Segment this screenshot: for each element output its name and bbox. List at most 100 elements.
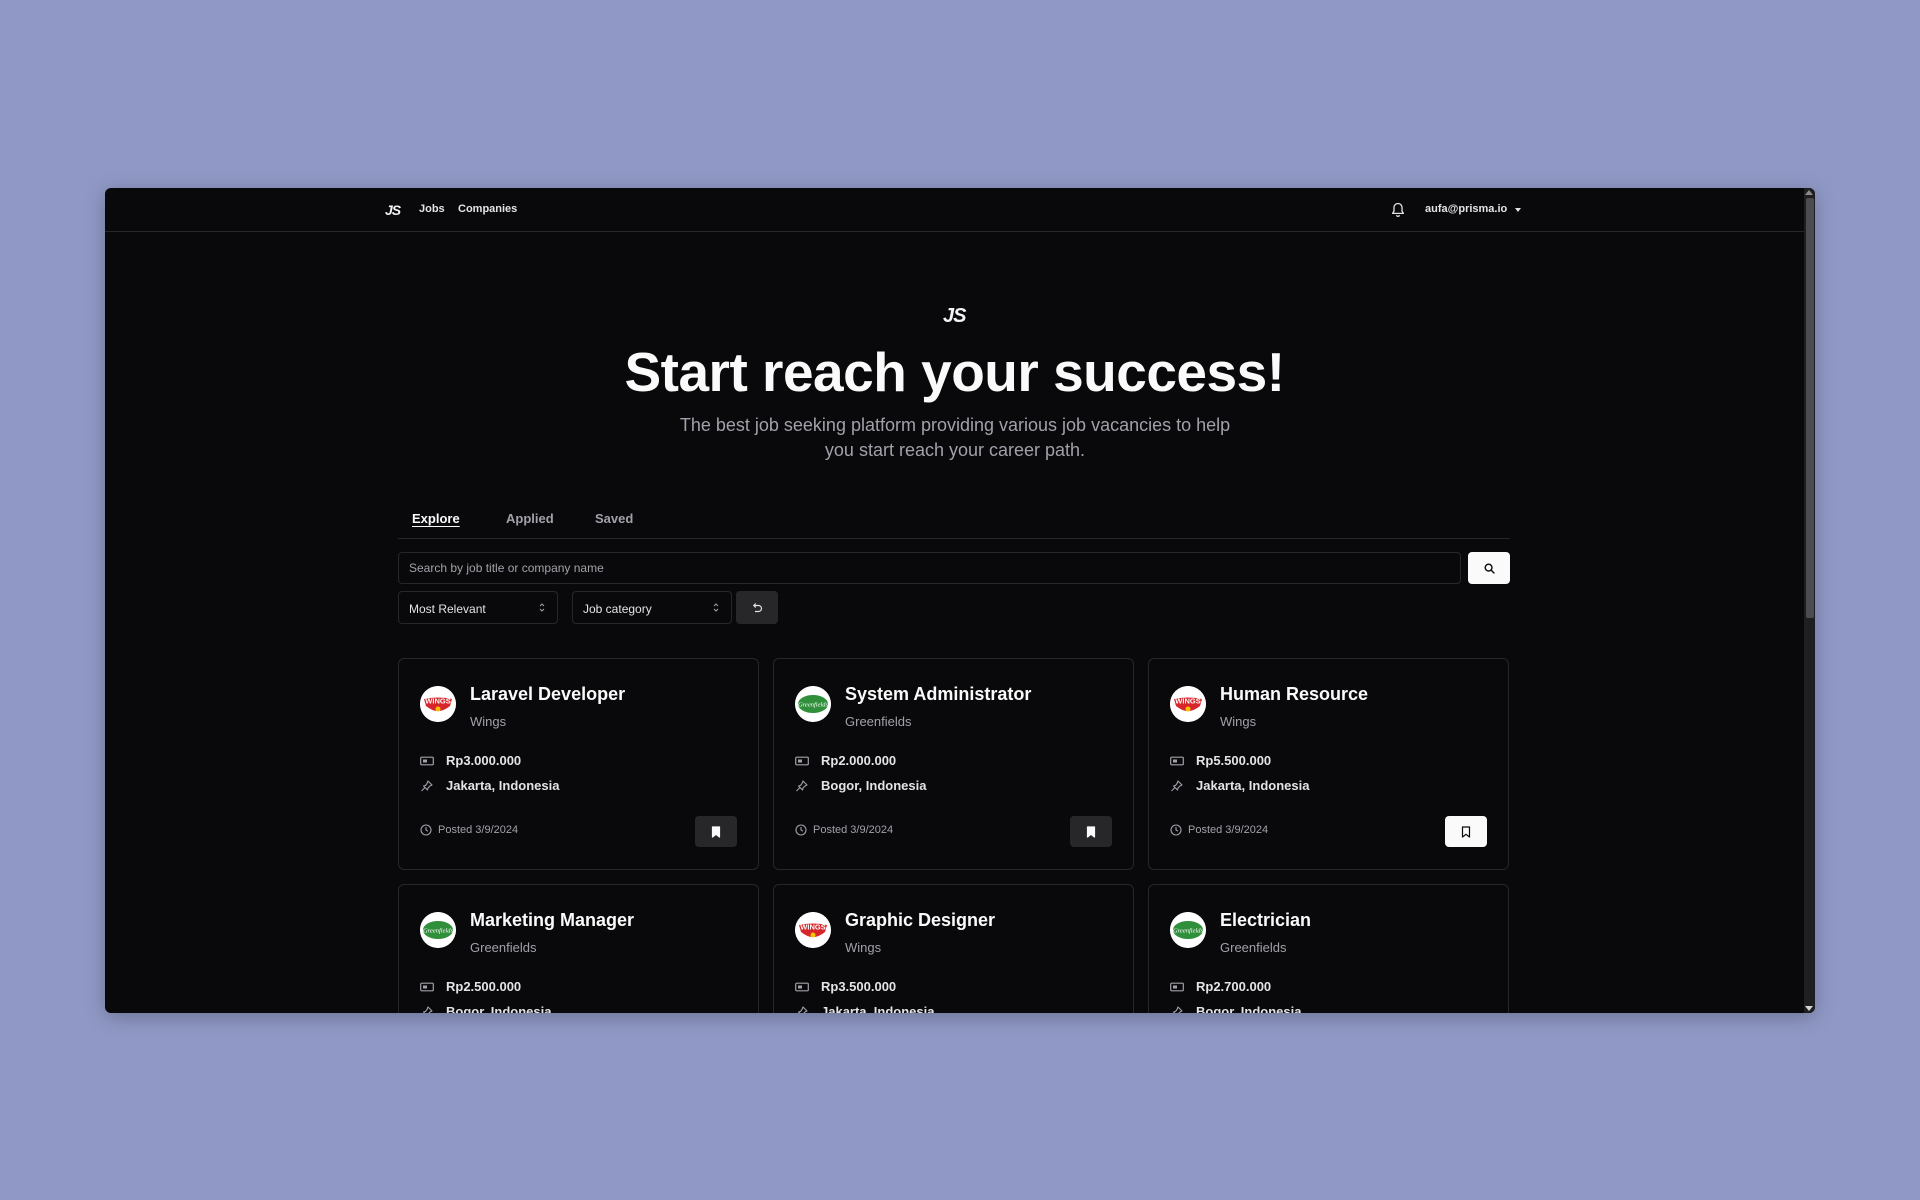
pin-icon xyxy=(797,1005,808,1013)
salary-row: Rp3.000.000 xyxy=(420,753,521,768)
bookmark-icon xyxy=(711,825,721,838)
search-input[interactable] xyxy=(398,552,1461,584)
tab-applied[interactable]: Applied xyxy=(506,511,554,526)
svg-text:WINGS: WINGS xyxy=(1175,697,1200,706)
location-value: Bogor, Indonesia xyxy=(1196,1004,1302,1013)
bookmark-button[interactable] xyxy=(1070,816,1112,847)
chevron-updown-icon xyxy=(713,603,719,612)
location-value: Bogor, Indonesia xyxy=(446,1004,552,1013)
location-row: Jakarta, Indonesia xyxy=(420,778,559,793)
tab-saved[interactable]: Saved xyxy=(595,511,633,526)
banknote-icon xyxy=(420,982,434,991)
sort-select-value: Most Relevant xyxy=(409,602,486,616)
nav-link-companies[interactable]: Companies xyxy=(458,203,517,215)
posted-date: Posted 3/9/2024 xyxy=(1188,824,1269,836)
pin-icon xyxy=(422,1005,433,1013)
tab-bar: Explore Applied Saved xyxy=(398,505,1510,539)
posted-row: Posted 3/9/2024 xyxy=(420,824,518,836)
posted-date: Posted 3/9/2024 xyxy=(438,824,519,836)
bookmark-button[interactable] xyxy=(695,816,737,847)
scrollbar[interactable] xyxy=(1804,188,1815,1013)
svg-text:Greenfields: Greenfields xyxy=(798,702,829,709)
job-card[interactable]: WINGS Laravel Developer Wings Rp3.000.00… xyxy=(398,658,759,870)
bookmark-icon xyxy=(1086,825,1096,838)
salary-row: Rp5.500.000 xyxy=(1170,753,1271,768)
nav-link-jobs[interactable]: Jobs xyxy=(419,203,445,215)
location-row: Bogor, Indonesia xyxy=(795,778,926,793)
hero-logo: JS xyxy=(943,305,966,327)
job-card[interactable]: WINGS Graphic Designer Wings Rp3.500.000… xyxy=(773,884,1134,1013)
scrollbar-thumb[interactable] xyxy=(1806,198,1814,618)
svg-text:Greenfields: Greenfields xyxy=(423,928,454,935)
banknote-icon xyxy=(795,982,809,991)
posted-row: Posted 3/9/2024 xyxy=(795,824,893,836)
company-name: Wings xyxy=(470,714,507,729)
location-value: Bogor, Indonesia xyxy=(821,778,927,793)
company-name: Wings xyxy=(845,940,882,955)
job-card[interactable]: WINGS Human Resource Wings Rp5.500.000 J… xyxy=(1148,658,1509,870)
salary-row: Rp2.000.000 xyxy=(795,753,896,768)
job-title[interactable]: Graphic Designer xyxy=(845,910,995,931)
browser-window: JS Jobs Companies aufa@prisma.io JS Star… xyxy=(105,188,1815,1013)
salary-value: Rp3.000.000 xyxy=(446,753,522,768)
posted-date: Posted 3/9/2024 xyxy=(813,824,894,836)
company-logo: Greenfields xyxy=(420,912,456,948)
clock-icon xyxy=(1170,824,1182,836)
user-menu[interactable]: aufa@prisma.io xyxy=(1425,203,1507,215)
sort-select[interactable]: Most Relevant xyxy=(398,591,558,624)
svg-text:WINGS: WINGS xyxy=(425,697,450,706)
salary-value: Rp3.500.000 xyxy=(821,979,897,994)
pin-icon xyxy=(1172,1005,1183,1013)
job-title[interactable]: Human Resource xyxy=(1220,684,1368,705)
pin-icon xyxy=(796,779,808,791)
company-logo: WINGS xyxy=(420,686,456,722)
page-title: Start reach your success! xyxy=(624,341,1285,403)
location-row: Jakarta, Indonesia xyxy=(1170,778,1309,793)
company-logo: WINGS xyxy=(795,912,831,948)
bookmark-icon xyxy=(1461,825,1471,838)
job-title[interactable]: Laravel Developer xyxy=(470,684,625,705)
salary-value: Rp2.500.000 xyxy=(446,979,522,994)
salary-value: Rp2.000.000 xyxy=(821,753,897,768)
job-card[interactable]: Greenfields Marketing Manager Greenfield… xyxy=(398,884,759,1013)
banknote-icon xyxy=(795,756,809,765)
category-select-value: Job category xyxy=(583,602,652,616)
search-icon xyxy=(1483,562,1495,574)
tab-explore[interactable]: Explore xyxy=(412,511,460,526)
clock-icon xyxy=(420,824,432,836)
company-name: Greenfields xyxy=(845,714,912,729)
bookmark-button[interactable] xyxy=(1445,816,1487,847)
brand-logo[interactable]: JS xyxy=(385,202,401,218)
location-row: Bogor, Indonesia xyxy=(1170,1004,1301,1013)
search-button[interactable] xyxy=(1468,552,1510,584)
clock-icon xyxy=(795,824,807,836)
job-title[interactable]: Electrician xyxy=(1220,910,1311,931)
svg-text:WINGS: WINGS xyxy=(800,923,825,932)
posted-row: Posted 3/9/2024 xyxy=(1170,824,1268,836)
location-value: Jakarta, Indonesia xyxy=(1196,778,1310,793)
category-select[interactable]: Job category xyxy=(572,591,732,624)
top-navbar: JS Jobs Companies aufa@prisma.io xyxy=(105,188,1804,232)
company-name: Greenfields xyxy=(470,940,537,955)
salary-value: Rp5.500.000 xyxy=(1196,753,1272,768)
job-title[interactable]: System Administrator xyxy=(845,684,1031,705)
company-logo: Greenfields xyxy=(1170,912,1206,948)
reset-filters-button[interactable] xyxy=(736,591,778,624)
banknote-icon xyxy=(1170,756,1184,765)
salary-row: Rp3.500.000 xyxy=(795,979,896,994)
bell-icon[interactable] xyxy=(1391,202,1405,218)
job-card[interactable]: Greenfields Electrician Greenfields Rp2.… xyxy=(1148,884,1509,1013)
location-value: Jakarta, Indonesia xyxy=(821,1004,935,1013)
banknote-icon xyxy=(1170,982,1184,991)
company-name: Greenfields xyxy=(1220,940,1287,955)
chevron-down-icon[interactable] xyxy=(1515,208,1521,212)
job-title[interactable]: Marketing Manager xyxy=(470,910,634,931)
company-logo: WINGS xyxy=(1170,686,1206,722)
company-logo: Greenfields xyxy=(795,686,831,722)
job-card[interactable]: Greenfields System Administrator Greenfi… xyxy=(773,658,1134,870)
banknote-icon xyxy=(420,756,434,765)
scroll-down-icon[interactable] xyxy=(1805,1006,1813,1011)
salary-row: Rp2.500.000 xyxy=(420,979,521,994)
salary-row: Rp2.700.000 xyxy=(1170,979,1271,994)
scroll-up-icon[interactable] xyxy=(1805,190,1813,195)
